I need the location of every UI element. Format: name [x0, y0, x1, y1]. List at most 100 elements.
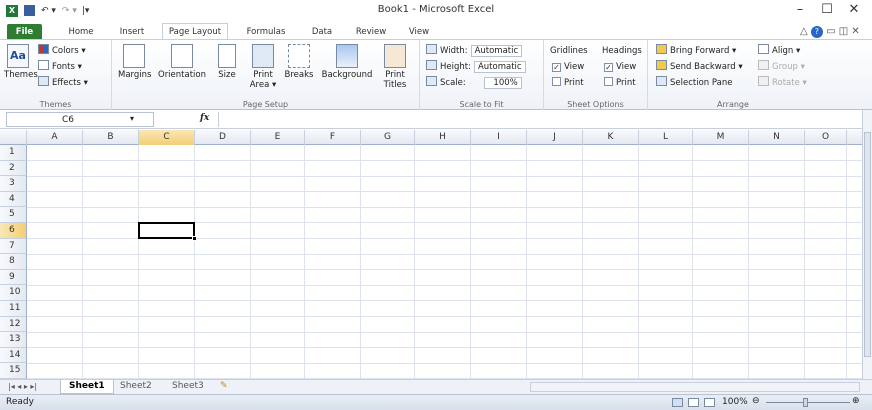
formula-input[interactable] [218, 112, 862, 127]
column-header-b[interactable]: B [83, 130, 139, 145]
row-header-5[interactable]: 5 [0, 207, 27, 223]
gridlines-print-checkbox[interactable]: Print [552, 76, 584, 90]
restore-window-icon[interactable]: ▭ ◫ ✕ [826, 26, 860, 37]
column-header-e[interactable]: E [251, 130, 305, 145]
column-header-o[interactable]: O [805, 130, 847, 145]
themes-button[interactable]: Aa Themes [4, 44, 38, 80]
minimize-button[interactable]: – [787, 2, 813, 18]
tab-file[interactable]: File [7, 24, 42, 40]
gridlines-view-checkbox[interactable]: ✓ View [552, 60, 584, 74]
sheet-tab-1[interactable]: Sheet1 [60, 380, 114, 394]
zoom-out-icon[interactable]: ⊖ [752, 396, 760, 406]
width-row: Width: Automatic [426, 44, 523, 58]
size-button[interactable]: Size [214, 44, 240, 80]
tab-home[interactable]: Home [66, 24, 96, 40]
gridline [27, 300, 862, 302]
group-button[interactable]: Group ▾ [758, 60, 805, 74]
checkbox-checked-icon: ✓ [552, 63, 561, 72]
headings-view-checkbox[interactable]: ✓ View [604, 60, 636, 74]
close-button[interactable]: ✕ [841, 2, 867, 18]
minimize-ribbon-icon[interactable]: △ [800, 26, 808, 37]
scroll-thumb[interactable] [864, 132, 871, 357]
name-box-dropdown-icon[interactable]: ▾ [130, 114, 134, 123]
effects-button[interactable]: Effects ▾ [38, 76, 88, 90]
row-header-14[interactable]: 14 [0, 347, 27, 364]
select-all-corner[interactable] [0, 130, 27, 145]
row-header-1[interactable]: 1 [0, 145, 27, 161]
maximize-button[interactable]: ☐ [814, 2, 840, 18]
tab-insert[interactable]: Insert [116, 24, 148, 40]
selection-pane-button[interactable]: Selection Pane [656, 76, 732, 90]
column-header-i[interactable]: I [471, 130, 527, 145]
row-header-8[interactable]: 8 [0, 254, 27, 270]
scale-spinner[interactable]: 100% [483, 77, 522, 89]
row-header-13[interactable]: 13 [0, 332, 27, 348]
scale-row: Scale: 100% [426, 76, 522, 90]
row-header-6[interactable]: 6 [0, 223, 27, 239]
horizontal-scrollbar[interactable] [530, 382, 860, 392]
insert-sheet-icon[interactable]: ✎ [220, 381, 228, 391]
zoom-level[interactable]: 100% [722, 397, 748, 407]
print-titles-button[interactable]: Print Titles [380, 44, 410, 90]
send-backward-button[interactable]: Send Backward ▾ [656, 60, 743, 74]
column-header-f[interactable]: F [305, 130, 361, 145]
zoom-in-icon[interactable]: ⊕ [852, 396, 860, 406]
row-header-4[interactable]: 4 [0, 191, 27, 208]
selected-cell-c6[interactable] [138, 222, 195, 239]
background-button[interactable]: Background [318, 44, 376, 80]
fx-icon[interactable]: fx [200, 113, 209, 123]
tab-page-layout[interactable]: Page Layout [162, 23, 228, 40]
row-header-7[interactable]: 7 [0, 238, 27, 255]
tab-formulas[interactable]: Formulas [244, 24, 288, 40]
width-dropdown[interactable]: Automatic [470, 45, 523, 57]
bring-forward-button[interactable]: Bring Forward ▾ [656, 44, 736, 58]
print-area-button[interactable]: Print Area ▾ [248, 44, 278, 90]
orientation-icon [171, 44, 193, 68]
row-header-9[interactable]: 9 [0, 269, 27, 286]
zoom-slider-thumb[interactable] [803, 398, 808, 407]
margins-button[interactable]: Margins [118, 44, 151, 80]
column-header-c[interactable]: C [139, 130, 195, 145]
align-button[interactable]: Align ▾ [758, 44, 800, 58]
row-header-12[interactable]: 12 [0, 316, 27, 333]
height-dropdown[interactable]: Automatic [473, 61, 526, 73]
orientation-button[interactable]: Orientation [156, 44, 208, 80]
row-header-3[interactable]: 3 [0, 176, 27, 192]
column-header-j[interactable]: J [527, 130, 583, 145]
vertical-scrollbar[interactable] [862, 110, 872, 380]
status-ready: Ready [6, 397, 34, 407]
normal-view-icon[interactable] [672, 398, 683, 407]
worksheet-grid[interactable]: ABCDEFGHIJKLMNO 1 2 3 4 5 6 7 8 9 10 11 12 13 14 15 [0, 130, 862, 380]
column-header-d[interactable]: D [195, 130, 251, 145]
row-header-11[interactable]: 11 [0, 301, 27, 317]
sheet-tab-2[interactable]: Sheet2 [112, 380, 160, 394]
page-layout-view-icon[interactable] [688, 398, 699, 407]
rotate-button[interactable]: Rotate ▾ [758, 76, 807, 90]
column-header-a[interactable]: A [27, 130, 83, 145]
row-header-10[interactable]: 10 [0, 285, 27, 301]
column-header-h[interactable]: H [415, 130, 471, 145]
row-header-15[interactable]: 15 [0, 363, 27, 379]
fonts-button[interactable]: Fonts ▾ [38, 60, 82, 74]
column-header-m[interactable]: M [693, 130, 749, 145]
breaks-button[interactable]: Breaks [284, 44, 314, 80]
sheet-nav-icon[interactable]: |◂ ◂ ▸ ▸| [8, 382, 37, 391]
column-header-k[interactable]: K [583, 130, 639, 145]
zoom-slider[interactable] [766, 402, 850, 403]
headings-print-checkbox[interactable]: Print [604, 76, 636, 90]
fill-handle[interactable] [192, 236, 197, 241]
sheet-tab-3[interactable]: Sheet3 [164, 380, 212, 394]
tab-view[interactable]: View [406, 24, 432, 40]
send-backward-icon [656, 60, 667, 70]
page-break-view-icon[interactable] [704, 398, 715, 407]
colors-button[interactable]: Colors ▾ [38, 44, 86, 58]
column-header-g[interactable]: G [361, 130, 415, 145]
help-icon[interactable]: ? [810, 26, 823, 38]
row-header-2[interactable]: 2 [0, 160, 27, 177]
tab-review[interactable]: Review [353, 24, 389, 40]
tab-data[interactable]: Data [309, 24, 335, 40]
column-header-l[interactable]: L [639, 130, 693, 145]
status-bar: Ready 100% ⊖ ⊕ [0, 394, 872, 410]
checkbox-empty-icon [604, 77, 613, 86]
column-header-n[interactable]: N [749, 130, 805, 145]
